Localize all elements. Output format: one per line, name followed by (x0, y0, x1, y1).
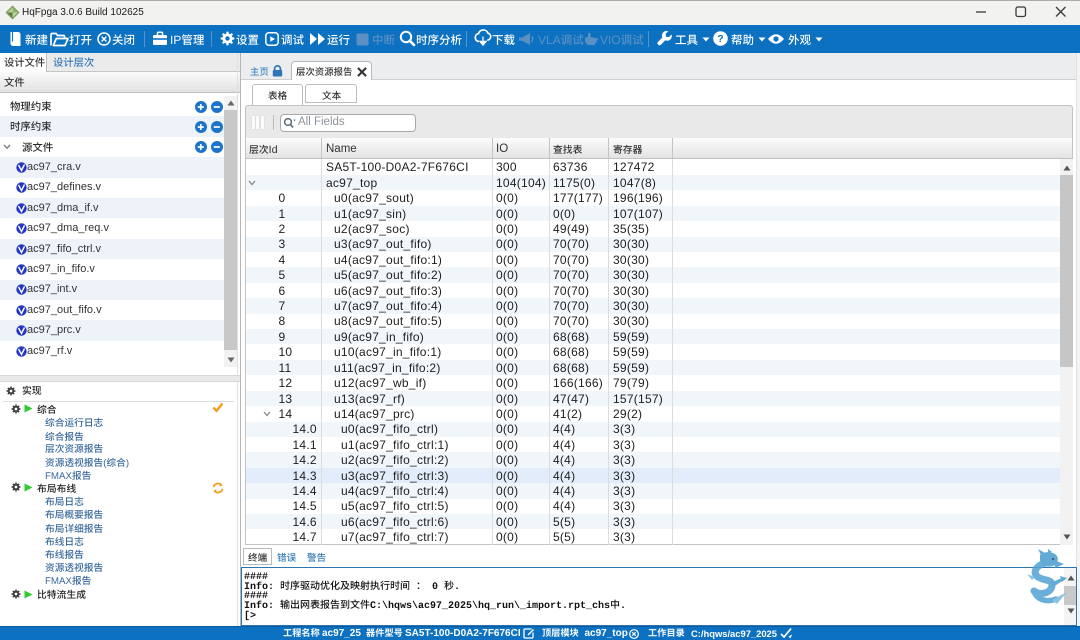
svg-text:?: ? (717, 33, 723, 45)
